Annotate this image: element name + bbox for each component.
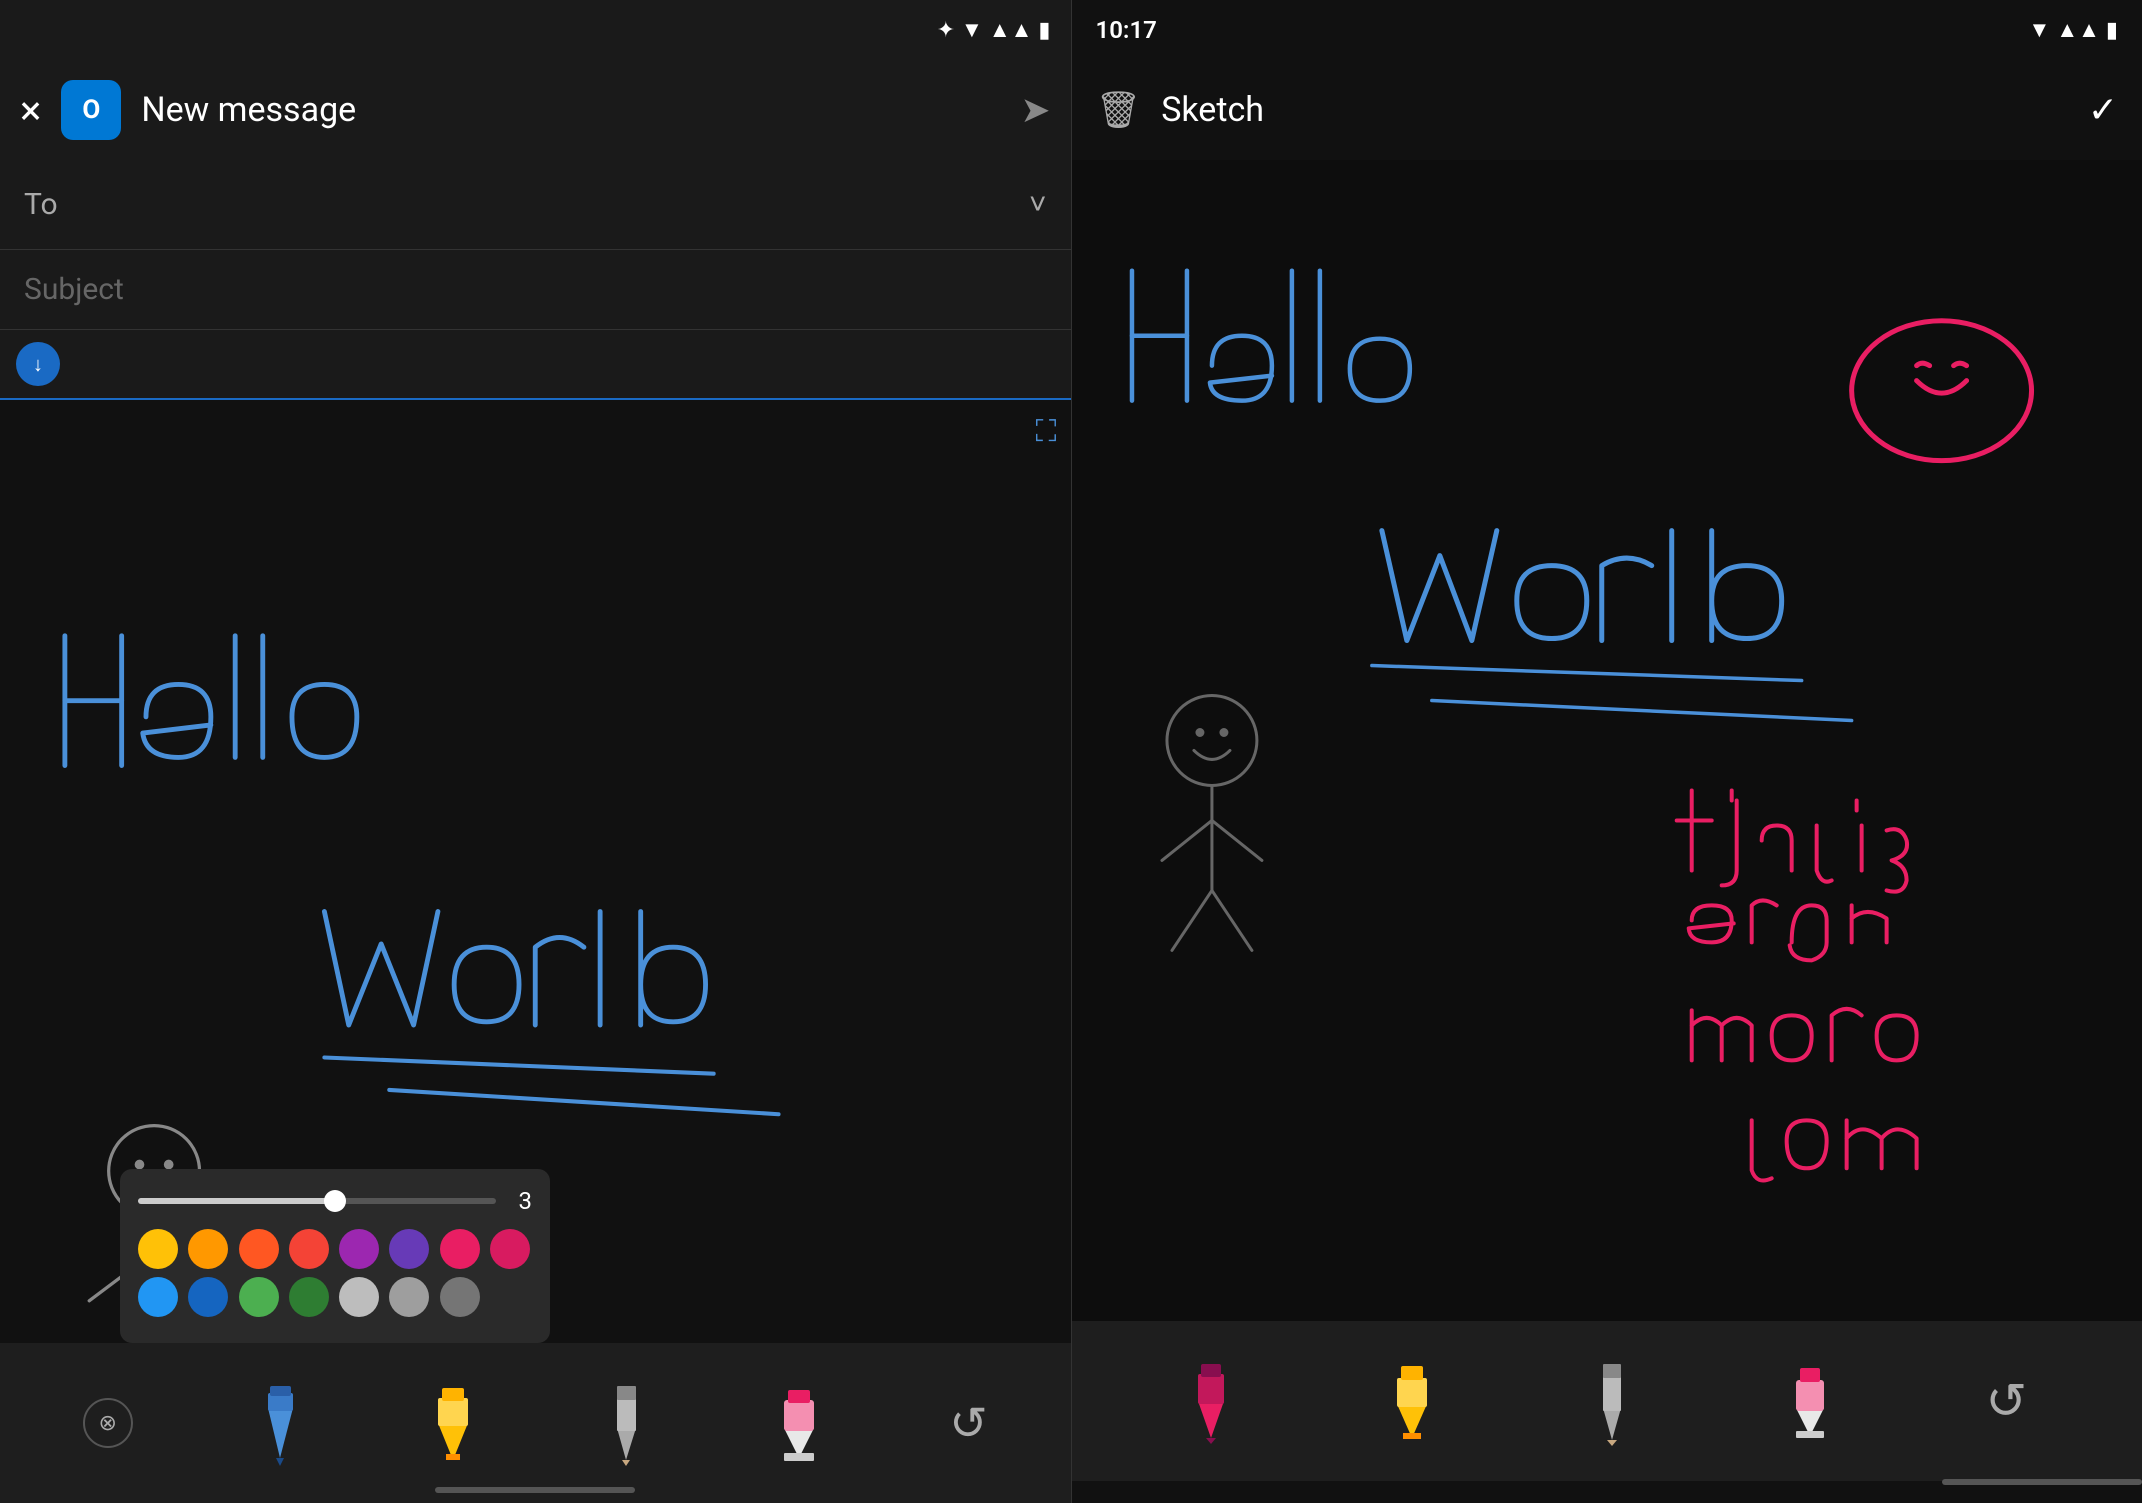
left-panel: ✦ ▼ ▲▲ ▮ × O New message ➤ To ˅ Subject … (0, 0, 1071, 1503)
pen-tool-blue[interactable] (258, 1378, 303, 1468)
status-bar-left: ✦ ▼ ▲▲ ▮ (0, 0, 1071, 60)
slider-value: 3 (508, 1187, 532, 1215)
undo-tool-right[interactable]: ↺ (1985, 1372, 2027, 1431)
color-deep-pink[interactable] (490, 1229, 530, 1269)
pen-tool-pink-right[interactable] (1186, 1356, 1236, 1446)
color-gray[interactable] (389, 1277, 429, 1317)
drawing-tools-row: ⊗ (0, 1343, 1071, 1503)
send-button[interactable]: ➤ (1020, 89, 1050, 131)
to-label: To (24, 187, 58, 222)
bottom-bar-indicator-right (1942, 1479, 2142, 1485)
blue-pen-icon (258, 1378, 303, 1468)
pencil-icon (604, 1378, 649, 1468)
color-dark-blue[interactable] (188, 1277, 228, 1317)
bottom-bar-indicator-left (435, 1487, 635, 1493)
status-bar-right: 10:17 ▼ ▲▲ ▮ (1072, 0, 2142, 60)
undo-icon: ↺ (949, 1396, 988, 1451)
pencil-tool-right[interactable] (1589, 1356, 1635, 1446)
subject-row[interactable]: Subject (0, 250, 1071, 330)
color-dark-green[interactable] (289, 1277, 329, 1317)
to-row[interactable]: To ˅ (0, 160, 1071, 250)
clear-tool[interactable]: ⊗ (83, 1398, 133, 1448)
slider-fill (138, 1198, 335, 1204)
color-grid (138, 1229, 532, 1317)
color-deep-purple[interactable] (389, 1229, 429, 1269)
pencil-tool[interactable] (604, 1378, 649, 1468)
eraser-icon (774, 1378, 824, 1468)
status-icons-right: ▼ ▲▲ ▮ (2029, 17, 2118, 43)
battery-icon-right: ▮ (2106, 18, 2118, 43)
formatting-toolbar: ↓ (0, 330, 1071, 400)
right-panel: 10:17 ▼ ▲▲ ▮ 🗑 Sketch ✓ (1072, 0, 2142, 1503)
expand-sketch-button[interactable]: ⛶ (1036, 414, 1057, 449)
eraser-right-icon (1784, 1356, 1836, 1446)
close-button[interactable]: × (20, 87, 41, 134)
color-light-gray[interactable] (339, 1277, 379, 1317)
color-orange[interactable] (239, 1229, 279, 1269)
status-icons-left: ✦ ▼ ▲▲ ▮ (937, 17, 1051, 43)
eraser-tool-right[interactable] (1784, 1356, 1836, 1446)
color-purple[interactable] (339, 1229, 379, 1269)
drawing-tools-right: ↺ (1072, 1321, 2142, 1481)
page-title-left: New message (141, 90, 1000, 130)
undo-tool[interactable]: ↺ (949, 1396, 988, 1451)
color-yellow[interactable] (138, 1229, 178, 1269)
yellow-highlighter-right-icon (1385, 1356, 1439, 1446)
x-circle-icon: ⊗ (98, 1411, 116, 1436)
eraser-tool[interactable] (774, 1378, 824, 1468)
expand-to-icon[interactable]: ˅ (1029, 187, 1047, 222)
size-slider-row: 3 (138, 1187, 532, 1215)
pencil-right-icon (1589, 1356, 1635, 1446)
size-slider-track[interactable] (138, 1198, 496, 1204)
page-title-right: Sketch (1161, 90, 2068, 130)
highlighter-tool-yellow-right[interactable] (1385, 1356, 1439, 1446)
color-picker-popup: 3 (120, 1169, 550, 1343)
color-red[interactable] (289, 1229, 329, 1269)
color-dark-gray[interactable] (440, 1277, 480, 1317)
sketch-drawing-right (1072, 160, 2142, 1321)
yellow-highlighter-icon (428, 1378, 478, 1468)
header-right: 🗑 Sketch ✓ (1072, 60, 2142, 160)
bluetooth-icon: ✦ (937, 18, 955, 43)
wifi-icon: ▼ (961, 17, 983, 43)
highlighter-tool-yellow[interactable] (428, 1378, 478, 1468)
delete-button[interactable]: 🗑 (1096, 89, 1142, 131)
outlook-letter: O (82, 95, 100, 125)
signal-icon: ▲▲ (989, 17, 1033, 43)
confirm-button[interactable]: ✓ (2088, 89, 2118, 131)
attachment-button[interactable]: ↓ (16, 342, 60, 386)
color-amber[interactable] (188, 1229, 228, 1269)
download-icon: ↓ (33, 352, 43, 377)
header-left: × O New message ➤ (0, 60, 1071, 160)
sketch-canvas-right[interactable] (1072, 160, 2142, 1321)
time-display: 10:17 (1096, 16, 1157, 44)
outlook-icon: O (61, 80, 121, 140)
pink-pen-icon (1186, 1356, 1236, 1446)
undo-right-icon: ↺ (1985, 1372, 2027, 1431)
signal-icon-right: ▲▲ (2056, 17, 2100, 43)
battery-icon: ▮ (1038, 18, 1050, 43)
wifi-icon-right: ▼ (2029, 17, 2051, 43)
color-green[interactable] (239, 1277, 279, 1317)
clear-icon[interactable]: ⊗ (83, 1398, 133, 1448)
slider-thumb[interactable] (324, 1190, 346, 1212)
color-blue[interactable] (138, 1277, 178, 1317)
color-pink[interactable] (440, 1229, 480, 1269)
subject-label: Subject (24, 272, 124, 307)
